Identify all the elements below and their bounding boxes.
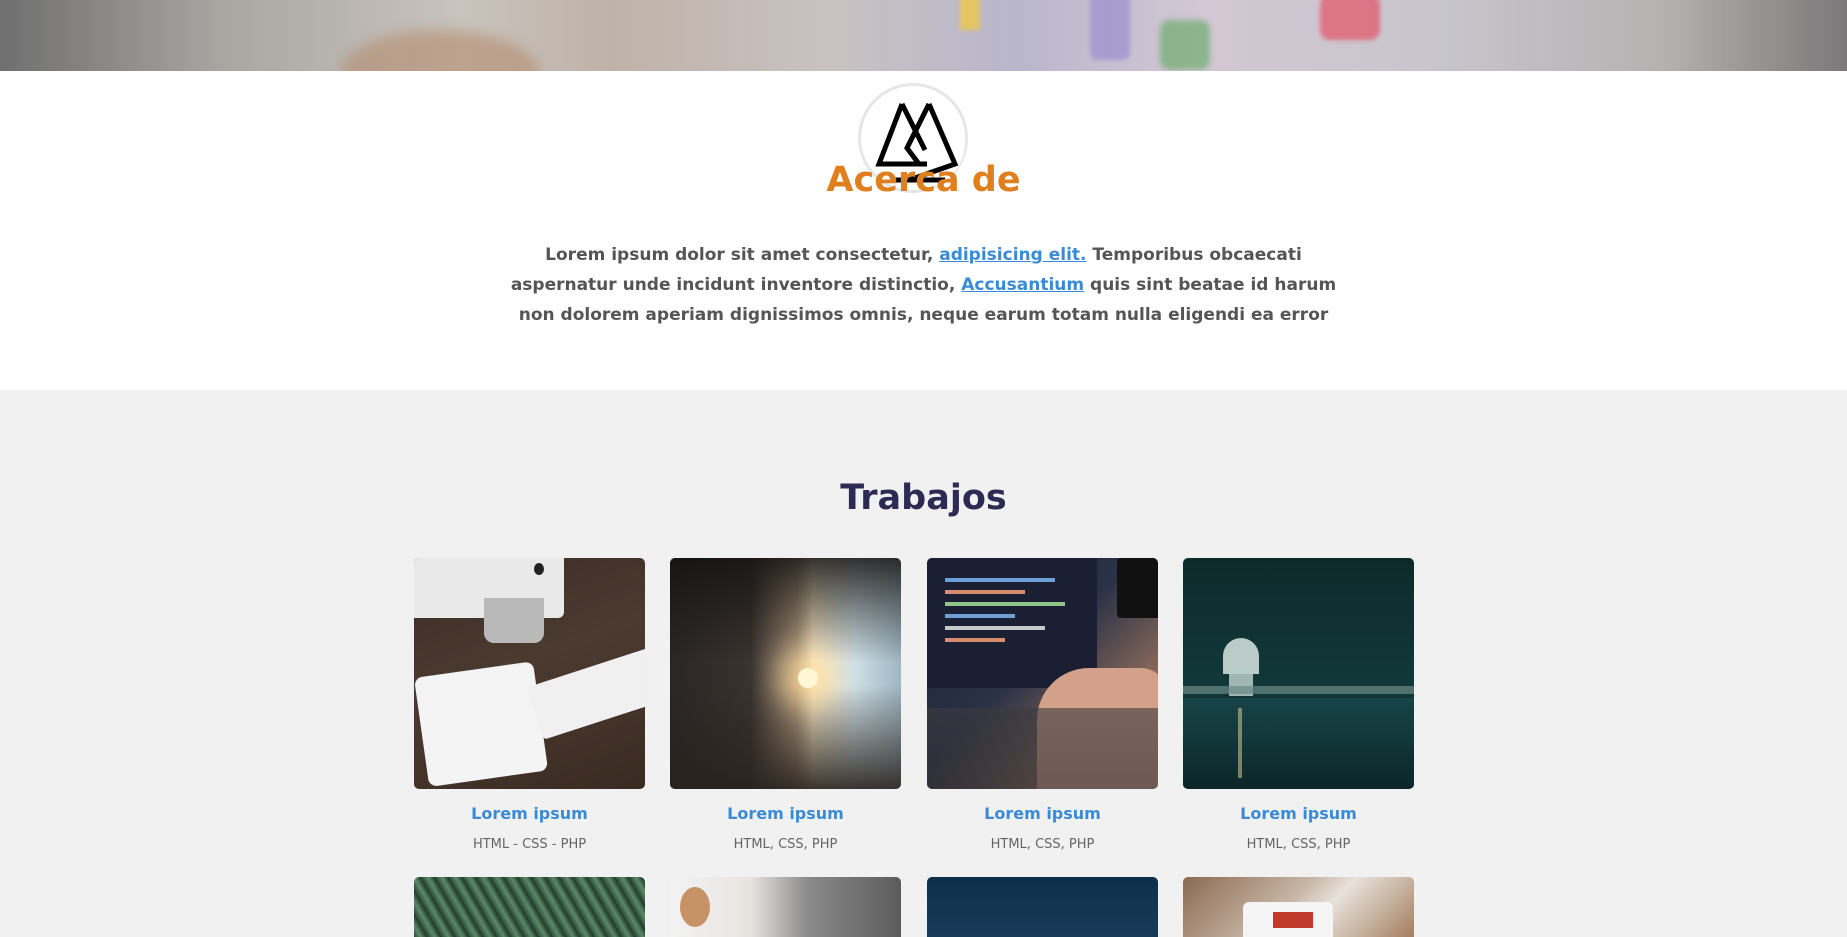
- work-tags: HTML, CSS, PHP: [1246, 837, 1351, 852]
- work-image-laptop-desk[interactable]: [670, 877, 901, 937]
- works-title: Trabajos: [840, 478, 1007, 518]
- works-section: [0, 390, 1847, 934]
- work-image-laptop[interactable]: [927, 558, 1158, 789]
- work-title[interactable]: Lorem ipsum: [670, 804, 901, 823]
- work-card[interactable]: Lorem ipsum HTML - CSS - PHP: [414, 558, 645, 852]
- work-image-city[interactable]: [1183, 558, 1414, 789]
- work-image-shirt[interactable]: [1183, 877, 1414, 937]
- hero-banner: [0, 0, 1847, 71]
- work-image-desk[interactable]: [414, 558, 645, 789]
- accusantium-link[interactable]: Accusantium: [961, 275, 1084, 295]
- work-image-fern[interactable]: [414, 877, 645, 937]
- adipisicing-link[interactable]: adipisicing elit.: [939, 245, 1086, 265]
- about-text: Lorem ipsum dolor sit amet consectetur, …: [510, 240, 1337, 330]
- work-card[interactable]: Lorem ipsum HTML, CSS, PHP: [927, 558, 1158, 852]
- about-title: Acerca de: [826, 160, 1021, 200]
- work-tags: HTML - CSS - PHP: [472, 837, 587, 852]
- work-card[interactable]: Lorem ipsum HTML, CSS, PHP: [1183, 558, 1414, 852]
- work-tags: HTML, CSS, PHP: [733, 837, 838, 852]
- work-title[interactable]: Lorem ipsum: [927, 804, 1158, 823]
- work-tags: HTML, CSS, PHP: [990, 837, 1095, 852]
- work-image-station[interactable]: [670, 558, 901, 789]
- work-card[interactable]: Lorem ipsum HTML, CSS, PHP: [670, 558, 901, 852]
- work-image-night-sky[interactable]: [927, 877, 1158, 937]
- about-text-part-1: Lorem ipsum dolor sit amet consectetur,: [545, 245, 940, 265]
- about-section: Acerca de Lorem ipsum dolor sit amet con…: [0, 71, 1847, 390]
- work-title[interactable]: Lorem ipsum: [414, 804, 645, 823]
- work-title[interactable]: Lorem ipsum: [1183, 804, 1414, 823]
